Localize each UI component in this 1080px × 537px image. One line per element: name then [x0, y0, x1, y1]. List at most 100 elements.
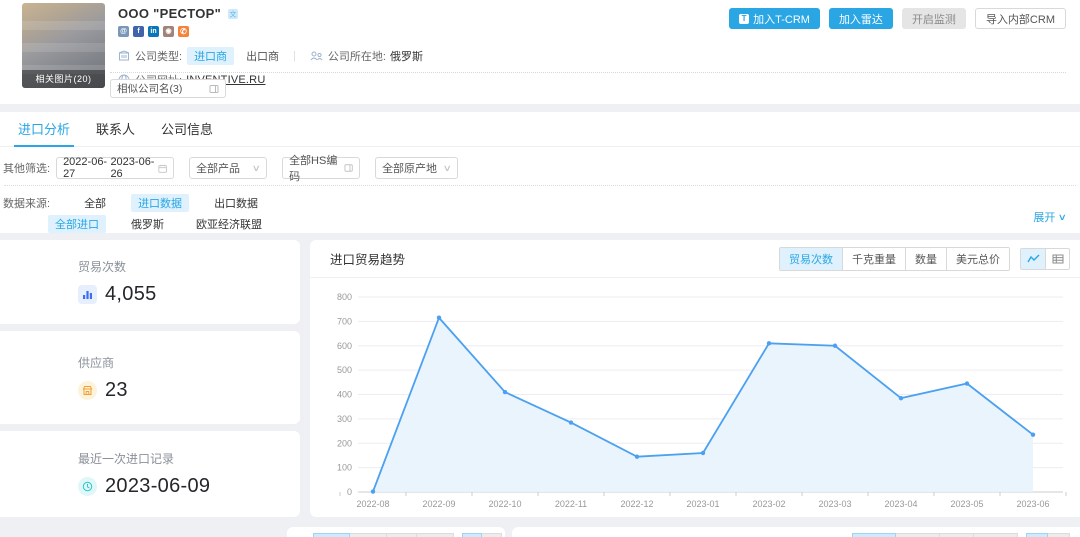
svg-text:700: 700	[337, 316, 352, 326]
sub-option-russia[interactable]: 俄罗斯	[124, 215, 171, 233]
tcrm-icon: T	[739, 14, 749, 24]
svg-text:2023-05: 2023-05	[950, 499, 983, 509]
expand-link[interactable]: 展开 ∨	[1033, 209, 1066, 225]
source-option-export[interactable]: 出口数据	[207, 194, 265, 212]
sub-option-all-import[interactable]: 全部进口	[48, 215, 106, 233]
date-start: 2022-06-27	[63, 156, 110, 180]
stat-value: 2023-06-09	[105, 475, 210, 498]
facebook-icon[interactable]: f	[133, 26, 144, 37]
stat-card-last-import: 最近一次进口记录 2023-06-09	[0, 431, 300, 517]
import-trend-card: 进口贸易趋势 贸易次数 千克重量 数量 美元总价 010020	[310, 240, 1080, 517]
sub-option-eaeu[interactable]: 欧亚经济联盟	[189, 215, 269, 233]
toggle-usd-total[interactable]: 美元总价	[946, 248, 1009, 270]
dotted-separator	[110, 72, 1066, 73]
product-select[interactable]: 全部产品 ∨	[189, 157, 267, 179]
svg-text:2022-12: 2022-12	[620, 499, 653, 509]
data-source-row: 数据来源: 全部 进口数据 出口数据	[3, 194, 265, 212]
vk-icon[interactable]: @	[118, 26, 129, 37]
source-option-import[interactable]: 进口数据	[131, 194, 189, 212]
location-icon	[310, 50, 323, 62]
line-chart-view-icon[interactable]	[1021, 249, 1045, 269]
stat-value: 4,055	[105, 283, 157, 306]
hs-code-select[interactable]: 全部HS编码	[282, 157, 360, 179]
importer-tag[interactable]: 进口商	[187, 47, 234, 65]
stat-card-suppliers: 供应商 23	[0, 331, 300, 424]
similar-company-select-value: 相似公司名(3)	[117, 81, 182, 96]
svg-text:2023-04: 2023-04	[884, 499, 917, 509]
svg-text:2022-08: 2022-08	[356, 499, 389, 509]
panel-icon	[344, 163, 353, 173]
company-name: OOO "PECTOP"	[118, 6, 221, 21]
metric-toggle-group: 贸易次数 千克重量 数量 美元总价	[779, 247, 1010, 271]
crm-company-page: 相关图片(20) OOO "PECTOP" 文 @ f in ◉ ✆ 公司类型:…	[0, 0, 1080, 537]
dotted-separator	[4, 185, 1076, 186]
stat-label: 供应商	[78, 354, 300, 371]
svg-text:文: 文	[230, 9, 237, 18]
panel-icon	[209, 84, 219, 94]
add-tcrm-button[interactable]: T 加入T-CRM	[729, 8, 820, 29]
company-info: OOO "PECTOP" 文 @ f in ◉ ✆ 公司类型: 进口商 出口商 …	[118, 6, 423, 88]
toggle-quantity[interactable]: 数量	[905, 248, 946, 270]
stat-value: 23	[105, 379, 128, 402]
tab-import-analysis[interactable]: 进口分析	[18, 112, 70, 147]
tab-company-info[interactable]: 公司信息	[161, 112, 213, 147]
partial-toggle-group[interactable]	[313, 533, 502, 537]
start-monitor-button[interactable]: 开启监测	[902, 8, 966, 29]
hs-code-select-value: 全部HS编码	[289, 152, 344, 184]
svg-text:2023-06: 2023-06	[1016, 499, 1049, 509]
bar-chart-icon	[78, 285, 97, 304]
svg-text:2022-10: 2022-10	[488, 499, 521, 509]
stat-card-trade-count: 贸易次数 4,055	[0, 240, 300, 324]
add-radar-button[interactable]: 加入雷达	[829, 8, 893, 29]
trend-line-chart[interactable]: 01002003004005006007008002022-082022-092…	[328, 285, 1068, 513]
chevron-down-icon: ∨	[1058, 212, 1067, 223]
exporter-tag[interactable]: 出口商	[246, 48, 279, 64]
phone-icon[interactable]: ✆	[178, 26, 189, 37]
linkedin-icon[interactable]: in	[148, 26, 159, 37]
chevron-down-icon: ∨	[252, 163, 261, 174]
translate-icon[interactable]: 文	[227, 8, 239, 20]
partial-toggle-group[interactable]	[852, 533, 1070, 537]
source-option-all[interactable]: 全部	[77, 194, 113, 212]
shop-icon	[78, 381, 97, 400]
stat-label: 贸易次数	[78, 258, 300, 275]
import-crm-button[interactable]: 导入内部CRM	[975, 8, 1066, 29]
photo-decor	[22, 21, 105, 30]
data-source-sub-row: 全部进口 俄罗斯 欧亚经济联盟	[48, 215, 269, 233]
divider: |	[293, 50, 296, 62]
tab-bar: 进口分析 联系人 公司信息	[0, 112, 1080, 147]
svg-text:2022-11: 2022-11	[555, 499, 587, 509]
header-actions: T 加入T-CRM 加入雷达 开启监测 导入内部CRM	[729, 8, 1066, 29]
svg-text:2023-01: 2023-01	[686, 499, 719, 509]
photo-decor	[22, 43, 105, 52]
date-end: 2023-06-26	[110, 156, 157, 180]
similar-company-select[interactable]: 相似公司名(3)	[110, 79, 226, 98]
tab-contacts[interactable]: 联系人	[96, 112, 135, 147]
calendar-icon	[158, 163, 167, 174]
svg-text:2023-03: 2023-03	[818, 499, 851, 509]
svg-text:2022-09: 2022-09	[422, 499, 455, 509]
related-images-label[interactable]: 相关图片(20)	[22, 70, 105, 88]
instagram-icon[interactable]: ◉	[163, 26, 174, 37]
partial-card-right	[512, 527, 1080, 537]
location-label: 公司所在地:	[328, 48, 386, 64]
company-type-icon	[118, 50, 130, 62]
product-select-value: 全部产品	[196, 160, 240, 176]
chart-header: 进口贸易趋势 贸易次数 千克重量 数量 美元总价	[310, 240, 1080, 278]
analysis-panel: 进口分析 联系人 公司信息 其他筛选: 2022-06-27 2023-06-2…	[0, 112, 1080, 233]
company-header: 相关图片(20) OOO "PECTOP" 文 @ f in ◉ ✆ 公司类型:…	[0, 0, 1080, 104]
clock-icon	[78, 477, 97, 496]
company-photo[interactable]: 相关图片(20)	[22, 3, 105, 88]
toggle-trade-count[interactable]: 贸易次数	[780, 248, 842, 270]
view-toggle-group	[1020, 248, 1070, 270]
origin-select[interactable]: 全部原产地 ∨	[375, 157, 458, 179]
svg-text:500: 500	[337, 365, 352, 375]
table-view-icon[interactable]	[1045, 249, 1069, 269]
toggle-kg-weight[interactable]: 千克重量	[842, 248, 905, 270]
svg-text:200: 200	[337, 438, 352, 448]
svg-text:100: 100	[337, 463, 352, 473]
date-range-picker[interactable]: 2022-06-27 2023-06-26	[56, 157, 174, 179]
origin-select-value: 全部原产地	[382, 160, 437, 176]
chart-title: 进口贸易趋势	[330, 249, 405, 268]
filter-label: 其他筛选:	[3, 160, 50, 176]
